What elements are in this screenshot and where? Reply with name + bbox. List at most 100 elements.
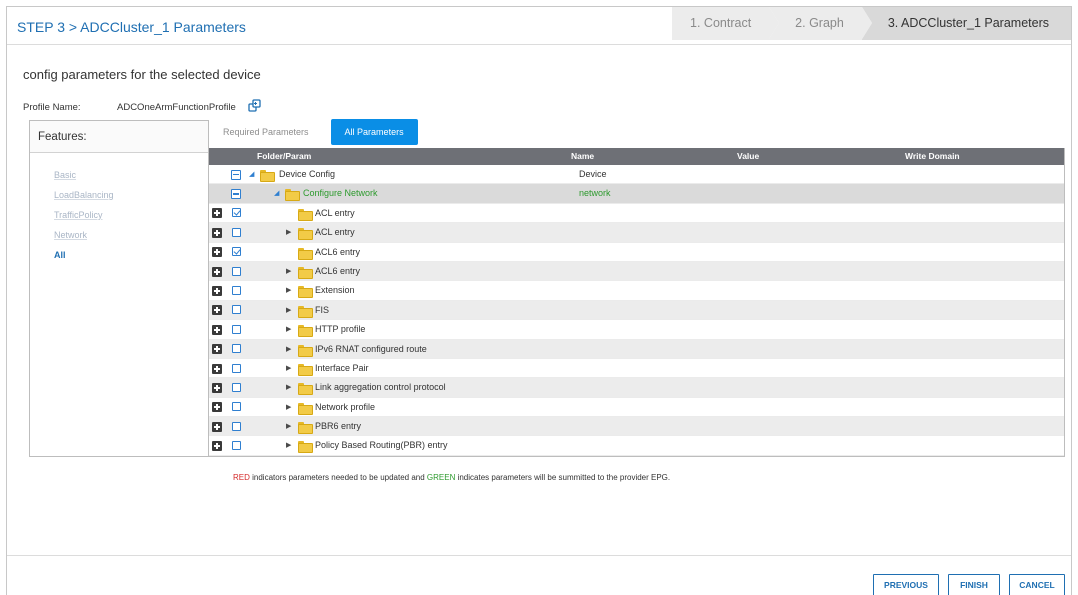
table-row[interactable]: ◢ Device Config Device	[209, 165, 1064, 185]
wizard-step-label: 1. Contract	[690, 16, 752, 30]
feature-item-network[interactable]: Network	[30, 225, 208, 245]
add-icon[interactable]	[212, 344, 222, 355]
add-icon[interactable]	[212, 363, 222, 374]
table-row[interactable]: ▶ ACL6 entry	[209, 261, 1064, 282]
row-checkbox[interactable]	[232, 324, 241, 334]
row-checkbox[interactable]	[232, 382, 241, 392]
wizard-step-parameters[interactable]: 3. ADCCluster_1 Parameters	[861, 7, 1071, 40]
column-header-name[interactable]: Name	[571, 148, 731, 165]
wizard-step-contract[interactable]: 1. Contract	[672, 7, 780, 40]
row-checkbox[interactable]	[232, 266, 241, 276]
table-row[interactable]: ▶ HTTP profile	[209, 320, 1064, 340]
parameter-tabs: Required Parameters All Parameters	[209, 119, 426, 147]
wizard-steps: 1. Contract 2. Graph 3. ADCCluster_1 Par…	[672, 7, 1071, 40]
table-row[interactable]: ▶ ACL entry	[209, 223, 1064, 243]
row-checkbox[interactable]	[232, 363, 241, 373]
row-checkbox[interactable]	[232, 402, 241, 412]
row-checkbox[interactable]	[232, 421, 241, 431]
cancel-button[interactable]: CANCEL	[1009, 574, 1065, 595]
add-icon[interactable]	[212, 247, 222, 258]
table-row[interactable]: ▶ Extension	[209, 281, 1064, 301]
table-row[interactable]: ▶ Link aggregation control protocol	[209, 378, 1064, 398]
expand-arrow-icon[interactable]: ▶	[286, 301, 291, 320]
table-row[interactable]: ▶ Network profile	[209, 398, 1064, 418]
parameters-grid: Folder/Param Name Value Write Domain ◢ D…	[208, 148, 1065, 457]
add-icon[interactable]	[212, 208, 222, 219]
previous-button[interactable]: PREVIOUS	[873, 574, 939, 595]
copy-icon[interactable]	[248, 99, 262, 113]
row-checkbox[interactable]	[232, 247, 241, 257]
column-header-folder[interactable]: Folder/Param	[209, 148, 571, 165]
add-icon[interactable]	[212, 305, 222, 316]
add-icon[interactable]	[212, 382, 222, 393]
table-row[interactable]: ◢ Configure Network network	[209, 184, 1064, 204]
table-row[interactable]: ▶ PBR6 entry	[209, 417, 1064, 437]
expanded-arrow-icon[interactable]: ◢	[249, 165, 254, 184]
row-label: Network profile	[315, 401, 376, 412]
row-checkbox[interactable]	[232, 286, 241, 296]
add-icon[interactable]	[212, 421, 222, 432]
row-checkbox[interactable]	[232, 344, 241, 354]
add-icon[interactable]	[212, 227, 222, 238]
row-label: ACL6 entry	[315, 265, 361, 276]
legend-green-word: GREEN	[426, 473, 456, 482]
expand-arrow-icon[interactable]: ▶	[286, 398, 291, 417]
row-checkbox[interactable]	[232, 305, 241, 315]
row-checkbox[interactable]	[232, 208, 241, 218]
expand-arrow-icon[interactable]: ▶	[286, 378, 291, 397]
features-panel: Features: Basic LoadBalancing TrafficPol…	[29, 120, 209, 457]
expand-arrow-icon[interactable]: ▶	[286, 417, 291, 436]
collapse-icon[interactable]	[231, 169, 241, 180]
section-subtitle: config parameters for the selected devic…	[23, 67, 261, 82]
table-row[interactable]: ACL6 entry	[209, 243, 1064, 262]
features-title: Features:	[30, 121, 208, 153]
folder-icon	[298, 305, 313, 318]
expand-arrow-icon[interactable]: ▶	[286, 340, 291, 359]
legend-text: RED indicators parameters needed to be u…	[233, 473, 670, 482]
add-icon[interactable]	[212, 324, 222, 335]
column-header-write-domain[interactable]: Write Domain	[895, 148, 1064, 165]
row-checkbox[interactable]	[232, 441, 241, 451]
table-row[interactable]: ▶ Policy Based Routing(PBR) entry	[209, 436, 1064, 456]
collapse-icon[interactable]	[231, 189, 241, 200]
add-icon[interactable]	[212, 286, 222, 297]
legend-text-part: indicates parameters will be summitted t…	[455, 473, 671, 482]
table-row[interactable]: ▶ Interface Pair	[209, 359, 1064, 379]
expand-arrow-icon[interactable]: ▶	[286, 320, 291, 339]
folder-icon	[298, 228, 313, 241]
table-row[interactable]: ▶ IPv6 RNAT configured route	[209, 339, 1064, 359]
feature-item-trafficpolicy[interactable]: TrafficPolicy	[30, 205, 208, 225]
legend-red-word: RED	[233, 473, 250, 482]
add-icon[interactable]	[212, 441, 222, 452]
dialog-header: STEP 3 > ADCCluster_1 Parameters 1. Cont…	[7, 7, 1071, 45]
table-row[interactable]: ▶ FIS	[209, 300, 1064, 321]
folder-icon	[298, 266, 313, 279]
wizard-step-graph[interactable]: 2. Graph	[769, 7, 872, 40]
row-label: FIS	[315, 304, 330, 315]
row-label: Configure Network	[303, 188, 378, 199]
feature-item-basic[interactable]: Basic	[30, 165, 208, 185]
tab-required-parameters[interactable]: Required Parameters	[209, 119, 323, 145]
add-icon[interactable]	[212, 402, 222, 413]
wizard-step-label: 3. ADCCluster_1 Parameters	[887, 16, 1049, 30]
folder-icon	[298, 383, 313, 396]
tab-all-parameters[interactable]: All Parameters	[330, 119, 418, 145]
wizard-dialog: STEP 3 > ADCCluster_1 Parameters 1. Cont…	[6, 6, 1072, 595]
feature-item-loadbalancing[interactable]: LoadBalancing	[30, 185, 208, 205]
profile-name-label: Profile Name:	[23, 102, 81, 113]
table-row[interactable]: ACL entry	[209, 204, 1064, 224]
column-header-value[interactable]: Value	[731, 148, 895, 165]
expand-arrow-icon[interactable]: ▶	[286, 359, 291, 378]
row-name: Device	[579, 169, 607, 179]
row-label: HTTP profile	[315, 324, 366, 335]
feature-item-all[interactable]: All	[30, 245, 208, 265]
row-checkbox[interactable]	[232, 227, 241, 237]
expand-arrow-icon[interactable]: ▶	[286, 436, 291, 455]
expanded-arrow-icon[interactable]: ◢	[274, 184, 279, 203]
expand-arrow-icon[interactable]: ▶	[286, 281, 291, 300]
expand-arrow-icon[interactable]: ▶	[286, 223, 291, 242]
add-icon[interactable]	[212, 266, 222, 277]
finish-button[interactable]: FINISH	[948, 574, 1000, 595]
row-label: Extension	[315, 285, 355, 296]
expand-arrow-icon[interactable]: ▶	[286, 262, 291, 281]
